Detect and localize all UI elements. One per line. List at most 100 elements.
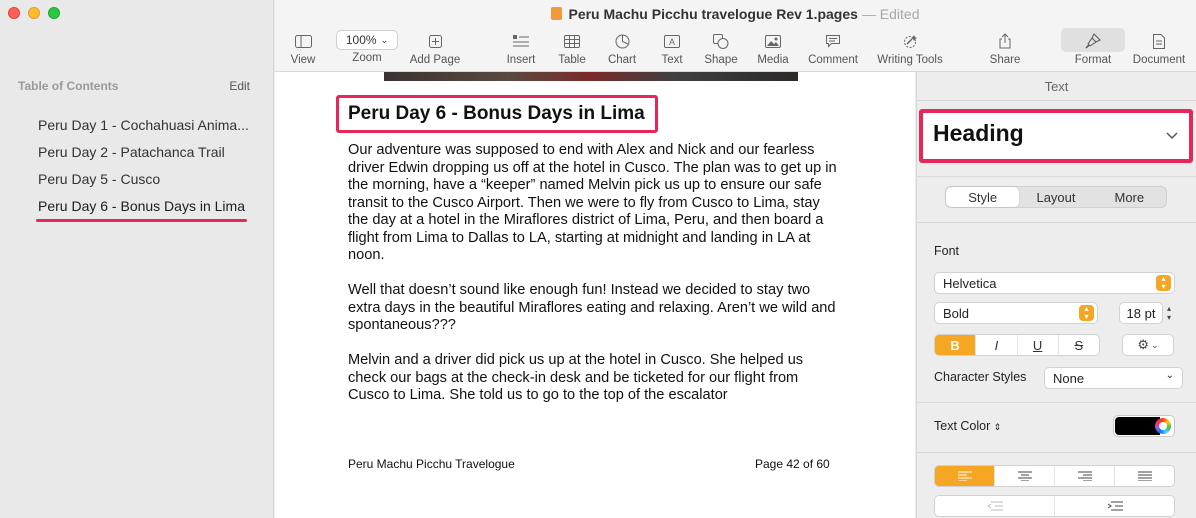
decrease-indent-icon — [986, 501, 1003, 511]
page-heading[interactable]: Peru Day 6 - Bonus Days in Lima — [348, 103, 645, 125]
justify-icon — [1137, 471, 1152, 481]
advanced-options-button[interactable]: ⚙ ⌄ — [1122, 334, 1174, 356]
strikethrough-button[interactable]: S — [1059, 335, 1099, 355]
add-page-label: Add Page — [409, 54, 461, 66]
table-button[interactable]: Table — [555, 30, 589, 66]
panel-divider — [917, 222, 1196, 223]
chevron-down-icon: ⌄ — [1151, 339, 1159, 350]
media-button[interactable]: Media — [755, 30, 791, 66]
text-color-well[interactable] — [1113, 415, 1175, 437]
zoom-window-button[interactable] — [48, 7, 60, 19]
document-canvas[interactable]: Peru Day 6 - Bonus Days in Lima Our adve… — [275, 72, 915, 518]
font-family-popup[interactable]: Helvetica ▴ ▾ — [934, 272, 1175, 294]
table-label: Table — [558, 54, 586, 66]
up-down-arrows-icon: ▴ ▾ — [1156, 275, 1171, 291]
chevron-down-icon: ⌄ — [380, 34, 389, 45]
share-button[interactable]: Share — [987, 30, 1023, 66]
document-status: — Edited — [861, 6, 920, 22]
zoom-control[interactable]: 100% ⌄ Zoom — [335, 30, 399, 64]
text-style-buttons: B I U S — [934, 334, 1100, 356]
page-photo[interactable] — [384, 72, 798, 81]
media-label: Media — [757, 54, 789, 66]
chart-button[interactable]: Chart — [605, 30, 639, 66]
format-tabs: Style Layout More — [945, 186, 1167, 208]
share-label: Share — [989, 54, 1021, 66]
page-number: Page 42 of 60 — [755, 457, 830, 471]
table-icon — [555, 30, 589, 52]
text-color-label[interactable]: Text Color ⇕ — [934, 419, 1001, 433]
comment-label: Comment — [808, 54, 858, 66]
up-down-arrows-icon: ▴ ▾ — [1079, 305, 1094, 321]
alignment-buttons — [934, 465, 1175, 487]
text-box-icon: A — [657, 30, 687, 52]
text-color-swatch[interactable] — [1115, 417, 1160, 435]
writing-tools-button[interactable]: Writing Tools — [871, 30, 949, 66]
color-wheel-icon[interactable] — [1155, 418, 1171, 434]
justify-button[interactable] — [1115, 466, 1174, 486]
font-size-stepper[interactable]: ▴ ▾ — [1167, 304, 1171, 322]
panel-divider — [917, 176, 1196, 177]
close-window-button[interactable] — [8, 7, 20, 19]
character-styles-popup[interactable]: None ⌄ — [1044, 367, 1183, 389]
align-center-icon — [1017, 471, 1032, 481]
shape-icon — [703, 30, 739, 52]
document-title-bar: Peru Machu Picchu travelogue Rev 1.pages… — [275, 6, 1196, 22]
writing-tools-label: Writing Tools — [877, 54, 943, 66]
character-styles-label: Character Styles — [934, 370, 1027, 384]
increase-indent-button[interactable] — [1055, 496, 1174, 516]
bold-button[interactable]: B — [935, 335, 977, 355]
gear-icon: ⚙ — [1137, 337, 1150, 352]
toc-current-underline — [36, 219, 247, 222]
add-page-button[interactable]: Add Page — [407, 30, 463, 66]
font-typeface-popup[interactable]: Bold ▴ ▾ — [934, 302, 1098, 324]
minimize-window-button[interactable] — [28, 7, 40, 19]
body-paragraph[interactable]: Well that doesn’t sound like enough fun!… — [348, 282, 838, 335]
align-right-button[interactable] — [1055, 466, 1115, 486]
font-size-value: 18 pt — [1126, 305, 1156, 321]
format-button[interactable]: Format — [1069, 30, 1117, 66]
tab-style[interactable]: Style — [946, 187, 1020, 207]
chart-icon — [605, 30, 639, 52]
tab-layout[interactable]: Layout — [1019, 187, 1092, 207]
zoom-select[interactable]: 100% ⌄ — [336, 30, 398, 50]
tab-more[interactable]: More — [1093, 187, 1166, 207]
add-page-icon — [407, 30, 463, 52]
document-title[interactable]: Peru Machu Picchu travelogue Rev 1.pages — [568, 6, 857, 22]
page-footer-title[interactable]: Peru Machu Picchu Travelogue — [348, 457, 515, 471]
svg-text:A: A — [669, 37, 675, 47]
toc-list: Peru Day 1 - Cochahuasi Anima... Peru Da… — [38, 114, 250, 222]
toc-title: Table of Contents — [18, 79, 119, 93]
align-left-icon — [957, 471, 972, 481]
align-left-button[interactable] — [935, 466, 995, 486]
shape-button[interactable]: Shape — [703, 30, 739, 66]
paintbrush-icon — [1069, 30, 1117, 52]
underline-button[interactable]: U — [1018, 335, 1059, 355]
text-button[interactable]: A Text — [657, 30, 687, 66]
body-text[interactable]: Our adventure was supposed to end with A… — [348, 142, 838, 422]
body-paragraph[interactable]: Melvin and a driver did pick us up at th… — [348, 352, 838, 405]
align-center-button[interactable] — [995, 466, 1055, 486]
toc-item-day-5[interactable]: Peru Day 5 - Cusco — [38, 168, 250, 195]
body-paragraph[interactable]: Our adventure was supposed to end with A… — [348, 142, 838, 265]
text-label: Text — [661, 54, 683, 66]
italic-button[interactable]: I — [976, 335, 1018, 355]
photo-icon — [755, 30, 791, 52]
toc-item-day-2[interactable]: Peru Day 2 - Patachanca Trail — [38, 141, 250, 168]
view-label: View — [290, 54, 316, 66]
view-button[interactable]: View — [289, 30, 317, 66]
insert-button[interactable]: Insert — [503, 30, 539, 66]
document-button[interactable]: Document — [1129, 30, 1189, 66]
share-icon — [987, 30, 1023, 52]
font-size-field[interactable]: 18 pt — [1119, 302, 1163, 324]
panel-divider — [917, 402, 1196, 403]
pages-window: Table of Contents Edit Peru Day 1 - Coch… — [0, 0, 1196, 518]
writing-tools-icon — [871, 30, 949, 52]
chevron-down-icon: ⌄ — [1165, 370, 1174, 381]
toc-item-day-6[interactable]: Peru Day 6 - Bonus Days in Lima — [38, 195, 250, 222]
indent-buttons — [934, 495, 1175, 517]
comment-button[interactable]: Comment — [805, 30, 861, 66]
toc-edit-button[interactable]: Edit — [229, 79, 250, 93]
comment-icon — [805, 30, 861, 52]
decrease-indent-button[interactable] — [935, 496, 1055, 516]
toc-item-day-1[interactable]: Peru Day 1 - Cochahuasi Anima... — [38, 114, 250, 141]
